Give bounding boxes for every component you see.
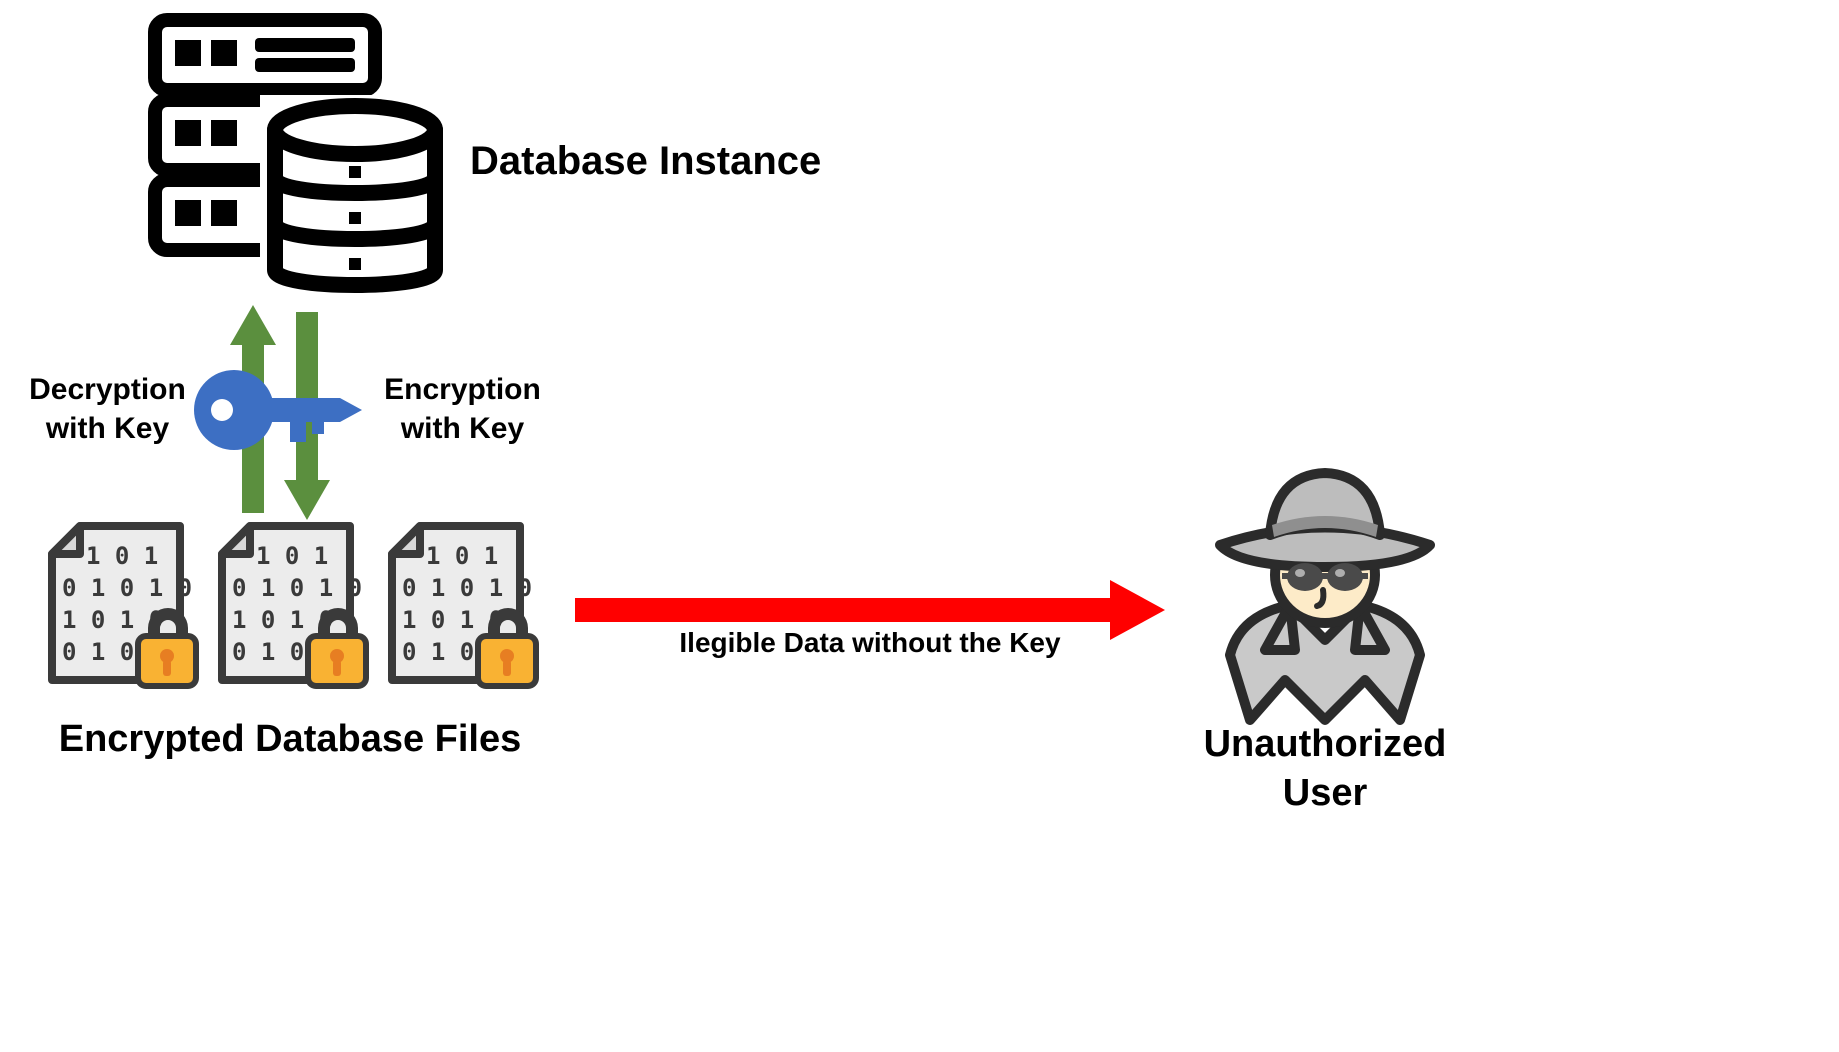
encrypted-file-icon [380, 520, 540, 690]
database-server-icon [145, 10, 455, 310]
key-icon [192, 365, 362, 455]
decryption-label: Decryption with Key [15, 370, 200, 448]
unauthorized-user-label: Unauthorized User [1170, 720, 1480, 819]
unauthorized-user-icon [1200, 455, 1450, 725]
encryption-label: Encryption with Key [370, 370, 555, 448]
encrypted-file-icon [210, 520, 370, 690]
encrypted-files-label: Encrypted Database Files [40, 715, 540, 764]
database-instance-label: Database Instance [470, 135, 821, 187]
encrypted-file-icon [40, 520, 200, 690]
illegible-data-label: Ilegible Data without the Key [640, 625, 1100, 661]
